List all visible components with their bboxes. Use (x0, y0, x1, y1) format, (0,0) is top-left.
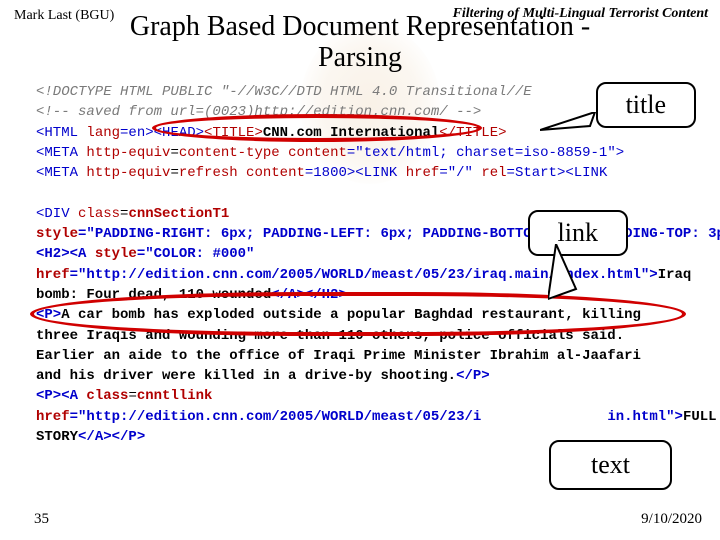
code-tok: </A></P> (78, 429, 145, 445)
callout-text: text (549, 440, 672, 490)
title-line-2: Parsing (318, 42, 402, 73)
callout-tail-link (548, 244, 598, 304)
code-blank (36, 185, 44, 201)
code-tok: =Start><LINK (507, 165, 608, 181)
code-tok: <HTML (36, 125, 86, 141)
code-tok: ="text/html; charset=iso-8859-1"> (347, 145, 624, 161)
code-tok: Iraq (658, 267, 692, 283)
code-tok: <P><A (36, 388, 86, 404)
code-tok: in.html"> (607, 409, 683, 425)
code-tok: = (128, 388, 136, 404)
code-tok: href (36, 267, 70, 283)
slide-title: Graph Based Document Representation - Pa… (0, 12, 720, 74)
code-tok: STORY (36, 429, 78, 445)
code-tok: <META (36, 165, 86, 181)
code-tok: </P> (456, 368, 490, 384)
code-tok: = (170, 165, 178, 181)
code-tok: content (238, 165, 305, 181)
code-tok: Earlier an aide to the office of Iraqi P… (36, 348, 641, 364)
code-tok: http-equiv (86, 145, 170, 161)
code-tok: <META (36, 145, 86, 161)
code-tok: FULL (683, 409, 717, 425)
code-tok: = (170, 145, 178, 161)
slide-date: 9/10/2020 (641, 511, 702, 528)
callout-title: title (596, 82, 696, 128)
code-tok: href (406, 165, 440, 181)
slide-number: 35 (34, 511, 49, 528)
code-line: <!DOCTYPE HTML PUBLIC "-//W3C//DTD HTML … (36, 84, 532, 100)
highlight-ellipse-title (152, 114, 482, 142)
code-tok: cnntllink (137, 388, 213, 404)
code-tok: ="http://edition.cnn.com/2005/WORLD/meas… (70, 409, 482, 425)
code-tok: =1800><LINK (305, 165, 406, 181)
code-tok: http-equiv (86, 165, 170, 181)
code-tok: content-type (179, 145, 280, 161)
code-tok: content (280, 145, 347, 161)
code-tok: class (86, 388, 128, 404)
code-tok: class (78, 206, 120, 222)
callout-tail-title (540, 112, 600, 142)
code-tok: <DIV (36, 206, 78, 222)
code-tok: and his driver were killed in a drive-by… (36, 368, 456, 384)
code-tok: <H2><A (36, 246, 95, 262)
code-tok: refresh (179, 165, 238, 181)
code-tok: href (36, 409, 70, 425)
code-tok: style (95, 246, 137, 262)
code-tok: lang (86, 125, 120, 141)
title-line-1: Graph Based Document Representation - (130, 11, 590, 42)
code-tok: rel (481, 165, 506, 181)
code-tok: cnnSectionT1 (128, 206, 229, 222)
code-tok: ="COLOR: #000" (137, 246, 255, 262)
code-tok: ="/" (439, 165, 481, 181)
code-tok: style (36, 226, 78, 242)
